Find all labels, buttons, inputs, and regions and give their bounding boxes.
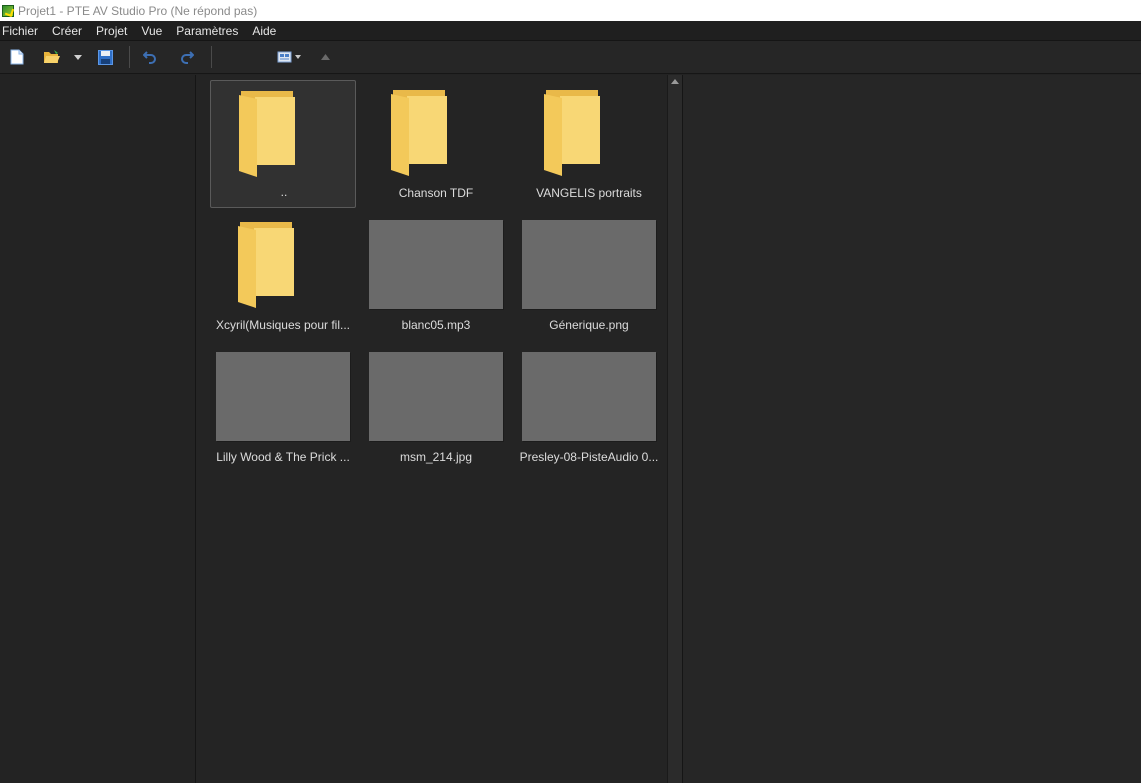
redo-icon[interactable] [178, 47, 196, 67]
menu-bar: Fichier Créer Projet Vue Paramètres Aide [0, 21, 1141, 41]
file-item-file[interactable]: msm_214.jpg [363, 344, 509, 472]
vertical-scrollbar[interactable] [667, 75, 683, 783]
menu-vue[interactable]: Vue [134, 21, 169, 41]
preview-pane [683, 75, 1141, 783]
file-thumbnail [522, 352, 656, 441]
folder-icon [239, 91, 295, 177]
file-item-folder[interactable]: VANGELIS portraits [516, 80, 662, 208]
file-item-file[interactable]: blanc05.mp3 [363, 212, 509, 340]
folder-tree-pane[interactable] [0, 75, 195, 783]
toolbar-separator [211, 46, 212, 68]
new-icon[interactable] [8, 47, 26, 67]
title-bar: Projet1 - PTE AV Studio Pro (Ne répond p… [0, 0, 1141, 21]
file-item-file[interactable]: Presley-08-PisteAudio 0... [516, 344, 662, 472]
toolbar-separator [129, 46, 130, 68]
save-icon[interactable] [96, 47, 114, 67]
dropdown-arrow-icon[interactable] [72, 47, 84, 67]
file-thumbnail [522, 220, 656, 309]
toolbar [0, 41, 1141, 74]
file-item-folder[interactable]: Chanson TDF [363, 80, 509, 208]
up-arrow-icon[interactable] [318, 47, 332, 67]
scroll-up-arrow-icon[interactable] [671, 79, 679, 84]
folder-icon [544, 90, 600, 176]
folder-icon [391, 90, 447, 176]
file-item-label: Chanson TDF [398, 186, 474, 200]
file-item-label: VANGELIS portraits [536, 186, 642, 200]
file-item-parent-folder[interactable]: .. [210, 80, 356, 208]
file-thumbnail [369, 352, 503, 441]
file-thumbnail [369, 220, 503, 309]
menu-fichier[interactable]: Fichier [0, 21, 45, 41]
menu-projet[interactable]: Projet [89, 21, 134, 41]
folder-icon [238, 222, 294, 308]
view-mode-icon[interactable] [276, 47, 304, 67]
file-item-label: msm_214.jpg [399, 450, 473, 464]
menu-parametres[interactable]: Paramètres [169, 21, 245, 41]
file-item-label: Xcyril(Musiques pour fil... [215, 318, 351, 332]
file-item-label: Génerique.png [549, 318, 629, 332]
menu-aide[interactable]: Aide [245, 21, 283, 41]
menu-creer[interactable]: Créer [45, 21, 89, 41]
app-icon [2, 4, 14, 17]
undo-icon[interactable] [141, 47, 159, 67]
file-item-file[interactable]: Génerique.png [516, 212, 662, 340]
file-browser[interactable]: .. Chanson TDF VANGELIS portraits Xcyril… [196, 75, 667, 783]
open-folder-icon[interactable] [42, 47, 62, 67]
file-item-label: .. [280, 185, 288, 199]
file-item-file[interactable]: Lilly Wood & The Prick ... [210, 344, 356, 472]
file-thumbnail [216, 352, 350, 441]
file-item-folder[interactable]: Xcyril(Musiques pour fil... [210, 212, 356, 340]
file-item-label: blanc05.mp3 [401, 318, 471, 332]
file-item-label: Presley-08-PisteAudio 0... [519, 450, 659, 464]
file-item-label: Lilly Wood & The Prick ... [216, 450, 350, 464]
window-title: Projet1 - PTE AV Studio Pro (Ne répond p… [18, 3, 258, 18]
